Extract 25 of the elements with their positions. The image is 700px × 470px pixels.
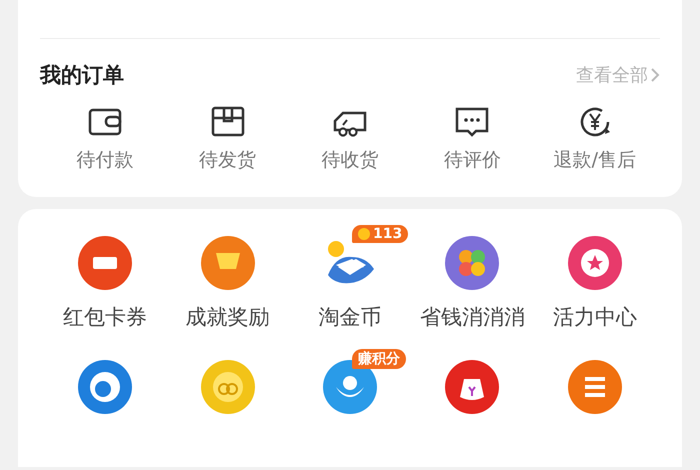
shortcut-label: 省钱消消消 xyxy=(420,304,525,331)
order-status-item[interactable]: 待发货 xyxy=(166,99,289,173)
order-status-item[interactable]: 待付款 xyxy=(44,99,166,173)
order-status-item[interactable]: 待评价 xyxy=(411,99,534,173)
coin-app-icon xyxy=(200,359,256,415)
section-title: 我的订单 xyxy=(40,62,124,89)
ticket-app-icon xyxy=(77,235,134,291)
candy-app-icon xyxy=(444,235,500,291)
shortcut-label: 淘金币 xyxy=(318,304,382,331)
service-shortcut[interactable]: 红包卡券 xyxy=(44,225,166,331)
shortcut-label: 成就奖励 xyxy=(186,304,270,331)
count-badge: 113 xyxy=(352,225,408,243)
chevron-right-icon xyxy=(650,67,660,83)
service-shortcut[interactable]: 活力中心 xyxy=(534,225,656,331)
order-status-item[interactable]: 退款/售后 xyxy=(534,99,656,173)
service-shortcut[interactable]: 成就奖励 xyxy=(166,225,289,331)
shortcut-label: 活力中心 xyxy=(552,304,637,331)
shortcut-label: 红包卡券 xyxy=(63,304,148,331)
service-shortcut[interactable]: 淘金币 113 xyxy=(288,225,412,331)
star-app-icon xyxy=(566,235,623,291)
order-status-item[interactable]: 待收货 xyxy=(288,99,412,173)
service-shortcut[interactable]: 赚积分 xyxy=(288,349,412,415)
count-badge: 赚积分 xyxy=(352,349,406,369)
service-shortcut[interactable]: 省钱消消消 xyxy=(411,225,534,331)
list-app-icon xyxy=(566,359,623,415)
